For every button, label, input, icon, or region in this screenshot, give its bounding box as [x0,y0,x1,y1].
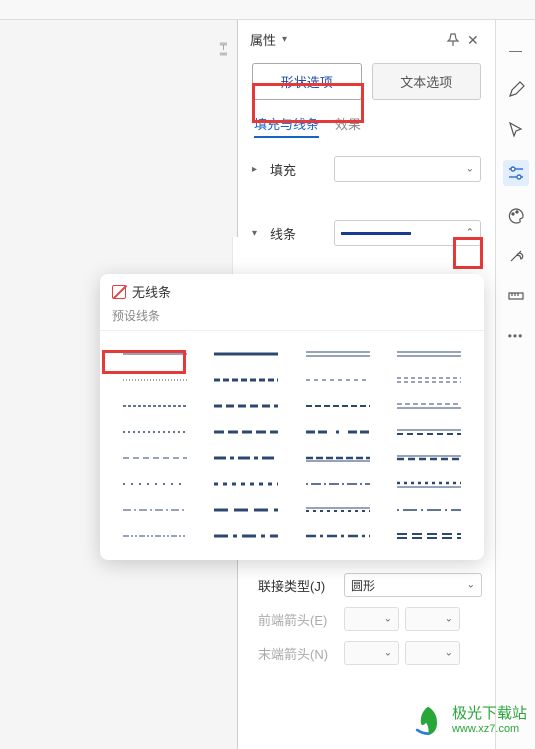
fill-dropdown[interactable]: ⌄ [334,156,481,182]
line-style-option[interactable] [206,395,288,417]
minimize-icon[interactable]: — [506,40,526,60]
line-style-option[interactable] [389,343,471,365]
line-style-option[interactable] [297,473,379,495]
no-line-icon [112,285,126,299]
join-type-label: 联接类型(J) [258,576,338,595]
side-toolbar: — ••• [495,20,535,749]
join-type-row: 联接类型(J) 圆形 ⌄ [250,568,490,602]
join-type-dropdown[interactable]: 圆形 ⌄ [344,573,482,597]
tab-text-options[interactable]: 文本选项 [372,63,482,100]
chevron-up-icon: ⌃ [466,228,474,239]
watermark-title: 极光下载站 [452,705,527,723]
close-icon[interactable]: ✕ [467,32,483,48]
line-style-option[interactable] [297,525,379,547]
line-style-option[interactable] [389,447,471,469]
end-arrow-row: 末端箭头(N) ⌄ ⌄ [250,636,490,670]
preset-lines-label: 预设线条 [100,305,484,331]
ruler-mark: ╤═ [220,40,227,60]
line-style-option[interactable] [389,395,471,417]
line-style-option[interactable] [206,473,288,495]
watermark-url: www.xz7.com [452,723,527,736]
line-style-option[interactable] [389,421,471,443]
collapse-arrow-icon[interactable]: ▾ [252,228,262,239]
tab-shape-options[interactable]: 形状选项 [252,63,362,100]
subtab-effect[interactable]: 效果 [335,114,361,138]
chevron-down-icon: ⌄ [384,614,392,625]
end-arrow-type-dropdown[interactable]: ⌄ [344,641,399,665]
chevron-down-icon[interactable]: ▾ [282,34,287,45]
line-style-option[interactable] [297,421,379,443]
palette-icon[interactable] [506,206,526,226]
line-style-option[interactable] [114,525,196,547]
line-style-option[interactable] [297,369,379,391]
fill-row: ▸ 填充 ⌄ [238,148,495,190]
chevron-down-icon: ⌄ [445,648,453,659]
watermark-logo-icon [410,703,446,739]
line-style-option[interactable] [297,395,379,417]
start-arrow-row: 前端箭头(E) ⌄ ⌄ [250,602,490,636]
chevron-down-icon: ⌄ [384,648,392,659]
ruler-icon[interactable] [506,286,526,306]
start-arrow-size-dropdown[interactable]: ⌄ [405,607,460,631]
line-label: 线条 [270,224,326,243]
line-style-option[interactable] [114,395,196,417]
expand-arrow-icon[interactable]: ▸ [252,164,262,175]
panel-title: 属性 [250,30,276,49]
no-line-label: 无线条 [132,282,171,301]
line-style-option[interactable] [297,499,379,521]
line-style-grid [100,331,484,559]
start-arrow-type-dropdown[interactable]: ⌄ [344,607,399,631]
line-preview [341,232,411,235]
no-line-option[interactable]: 无线条 [100,274,484,305]
end-arrow-label: 末端箭头(N) [258,644,338,663]
line-style-option[interactable] [114,447,196,469]
line-style-option[interactable] [297,343,379,365]
chevron-down-icon: ⌄ [466,164,474,175]
cursor-icon[interactable] [506,120,526,140]
line-style-option[interactable] [389,473,471,495]
watermark: 极光下载站 www.xz7.com [410,703,527,739]
chevron-down-icon: ⌄ [445,614,453,625]
title-bar [0,0,535,20]
pencil-icon[interactable] [506,80,526,100]
subtab-fill-and-line[interactable]: 填充与线条 [254,114,319,138]
tools-icon[interactable] [506,246,526,266]
line-style-option[interactable] [206,369,288,391]
sliders-icon[interactable] [503,160,529,186]
line-style-option[interactable] [114,473,196,495]
fill-label: 填充 [270,160,326,179]
line-style-option[interactable] [389,499,471,521]
line-style-popup: 无线条 预设线条 [100,274,484,560]
chevron-down-icon: ⌄ [467,580,475,591]
line-style-option[interactable] [206,343,288,365]
line-style-dropdown[interactable]: ⌃ [334,220,481,246]
line-row: ▾ 线条 ⌃ [238,212,495,254]
line-style-option[interactable] [206,499,288,521]
lower-properties: 联接类型(J) 圆形 ⌄ 前端箭头(E) ⌄ ⌄ 末端箭头(N) ⌄ ⌄ [250,568,490,670]
line-style-option[interactable] [114,499,196,521]
line-style-option[interactable] [297,447,379,469]
line-style-option[interactable] [206,525,288,547]
line-style-option[interactable] [114,369,196,391]
line-style-option[interactable] [206,421,288,443]
start-arrow-label: 前端箭头(E) [258,610,338,629]
line-style-option[interactable] [206,447,288,469]
line-style-option[interactable] [114,343,196,365]
pin-icon[interactable] [445,32,461,48]
line-style-option[interactable] [114,421,196,443]
more-icon[interactable]: ••• [506,326,526,346]
line-style-option[interactable] [389,525,471,547]
end-arrow-size-dropdown[interactable]: ⌄ [405,641,460,665]
line-style-option[interactable] [389,369,471,391]
